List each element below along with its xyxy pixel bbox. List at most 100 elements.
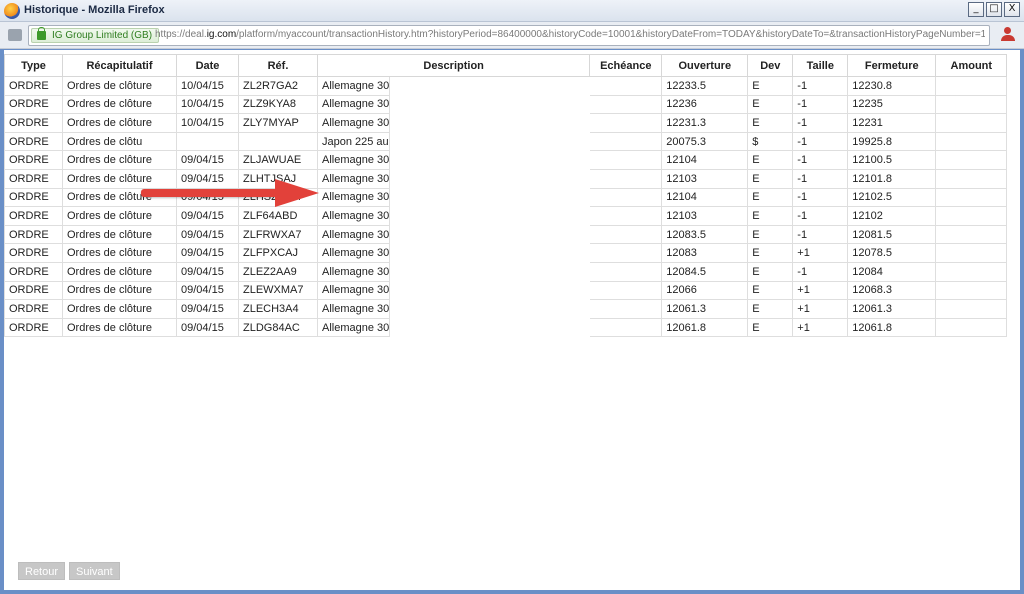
cell-ref: ZLFRWXA7 [238,224,318,245]
cell-type: ORDRE [4,150,63,170]
next-page-button[interactable]: Suivant [69,562,120,580]
cell-recap: Ordres de clôture [62,317,177,338]
table-row[interactable]: ORDRE Ordres de clôture 09/04/15 ZLJAWUAE Al… [4,150,1008,170]
cell-ref: ZLDG84AC [238,317,318,338]
cell-dev: E [747,280,794,301]
cell-fermeture: 12061.8 [847,317,937,338]
col-echeance[interactable]: Echéance [589,54,663,77]
cell-dev: $ [747,131,794,152]
col-date[interactable]: Date [176,54,239,77]
cell-recap: Ordres de clôture [62,243,177,263]
cell-empty [390,244,590,263]
cell-date: 09/04/15 [176,206,239,226]
col-taille[interactable]: Taille [792,54,849,77]
cell-taille: +1 [792,243,849,263]
cell-empty [935,243,1008,263]
cell-ref: ZLY7MYAP [238,113,318,133]
close-button[interactable]: X [1004,2,1020,17]
cell-empty [589,150,663,170]
col-description[interactable]: Description [316,54,591,77]
cell-ref: ZLECH3A4 [238,299,318,319]
col-ouverture[interactable]: Ouverture [661,54,749,77]
cell-recap: Ordres de clôture [62,76,177,96]
cell-taille: +1 [792,280,849,301]
url-input[interactable]: IG Group Limited (GB) https://deal.ig.co… [28,25,990,46]
cell-taille: -1 [792,94,849,115]
cell-empty [390,151,590,170]
cell-ouverture: 12061.3 [661,299,749,319]
cell-empty [589,131,663,152]
cell-dev: E [747,76,794,96]
cell-ouverture: 12236 [661,94,749,115]
site-identity-badge[interactable]: IG Group Limited (GB) [31,27,160,43]
minimize-button[interactable]: _ [968,2,984,17]
cell-fermeture: 12061.3 [847,299,937,319]
cell-empty [589,76,663,96]
table-row[interactable]: ORDRE Ordres de clôture 09/04/15 ZLFRWXA7 Al… [4,224,1008,245]
cell-desc: Allemagne 30 [316,261,391,282]
cell-desc: Allemagne 30 [316,187,391,208]
col-fermeture[interactable]: Fermeture [847,54,937,77]
cell-empty [589,261,663,282]
cell-fermeture: 12084 [847,261,937,282]
cell-recap: Ordres de clôture [62,261,177,282]
table-row[interactable]: ORDRE Ordres de clôture 09/04/15 ZLECH3A4 Al… [4,299,1008,319]
cell-type: ORDRE [4,224,63,245]
cell-desc: Japon 225 au [316,131,391,152]
url-domain: ig.com [206,29,237,40]
col-dev[interactable]: Dev [747,54,794,77]
col-recap[interactable]: Récapitulatif [62,54,177,77]
previous-page-button[interactable]: Retour [18,562,66,580]
cell-fermeture: 12230.8 [847,76,937,96]
cell-type: ORDRE [4,261,63,282]
cell-taille: -1 [792,113,849,133]
cell-fermeture: 12101.8 [847,168,937,189]
cell-taille: -1 [792,261,849,282]
cell-desc: Allemagne 30 [316,224,391,245]
cell-type: ORDRE [4,243,63,263]
cell-desc: Allemagne 30 [316,280,391,301]
cell-recap: Ordres de clôture [62,224,177,245]
table-row[interactable]: ORDRE Ordres de clôture 09/04/15 ZLEWXMA7 Al… [4,280,1008,301]
cell-dev: E [747,261,794,282]
url-path: /platform/myaccount/transactionHistory.h… [236,29,985,40]
cell-fermeture: 12235 [847,94,937,115]
cell-fermeture: 12102 [847,206,937,226]
col-ref[interactable]: Réf. [238,54,318,77]
cell-date: 09/04/15 [176,280,239,301]
cell-ouverture: 12083.5 [661,224,749,245]
cell-dev: E [747,113,794,133]
table-row[interactable]: ORDRE Ordres de clôture 09/04/15 ZLDG84AC Al… [4,317,1008,338]
table-row[interactable]: ORDRE Ordres de clôture 09/04/15 ZLFPXCAJ Al… [4,243,1008,263]
cell-empty [390,132,590,151]
table-row[interactable]: ORDRE Ordres de clôture 10/04/15 ZLY7MYAP Al… [4,113,1008,133]
cell-empty [390,77,590,96]
cell-desc: Allemagne 30 [316,243,391,263]
cell-taille: -1 [792,168,849,189]
red-arrow-annotation [141,179,319,207]
col-type[interactable]: Type [4,54,63,77]
maximize-button[interactable]: □ [986,2,1002,17]
cell-recap: Ordres de clôture [62,299,177,319]
col-amount[interactable]: Amount [935,54,1008,77]
cell-ref: ZLF64ABD [238,206,318,226]
table-row[interactable]: ORDRE Ordres de clôtu Japon 225 au 20075.3 $… [4,131,1008,152]
cell-ref: ZLFPXCAJ [238,243,318,263]
table-row[interactable]: ORDRE Ordres de clôture 10/04/15 ZLZ9KYA8 Al… [4,94,1008,115]
table-row[interactable]: ORDRE Ordres de clôture 09/04/15 ZLF64ABD Al… [4,206,1008,226]
firefox-icon [4,3,20,19]
url-prefix: https://deal. [155,29,207,40]
table-row[interactable]: ORDRE Ordres de clôture 10/04/15 ZL2R7GA2 Al… [4,76,1008,96]
cell-empty [935,150,1008,170]
user-icon[interactable] [1000,27,1016,43]
table-row[interactable]: ORDRE Ordres de clôture 09/04/15 ZLEZ2AA9 Al… [4,261,1008,282]
cell-date: 10/04/15 [176,94,239,115]
cell-empty [935,76,1008,96]
cell-fermeture: 12100.5 [847,150,937,170]
window-controls: _ □ X [968,2,1020,17]
cell-date: 09/04/15 [176,224,239,245]
cell-ouverture: 12233.5 [661,76,749,96]
cell-ouverture: 12084.5 [661,261,749,282]
cell-fermeture: 12078.5 [847,243,937,263]
cell-ref: ZLZ9KYA8 [238,94,318,115]
